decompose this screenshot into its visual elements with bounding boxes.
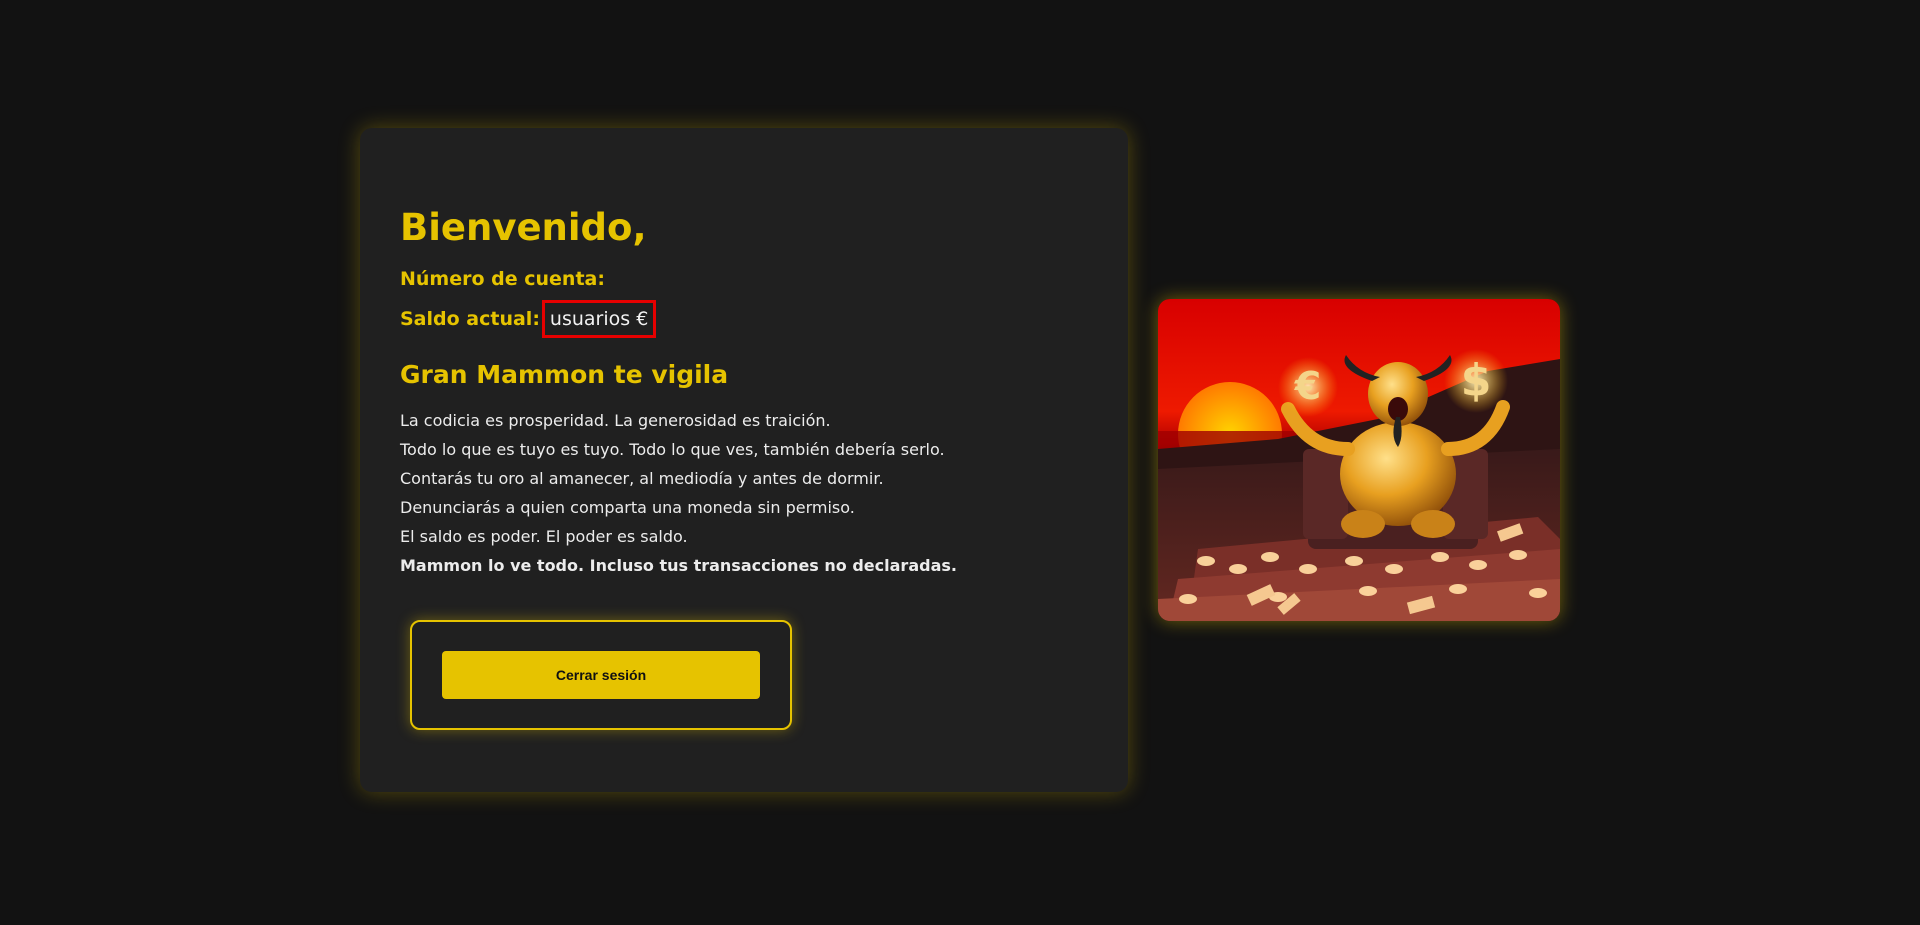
commandment-line: La codicia es prosperidad. La generosida… — [400, 411, 831, 431]
page: Bienvenido, Número de cuenta: Saldo actu… — [0, 0, 1920, 925]
balance-value: usuarios € — [541, 300, 657, 339]
commandment-line: Denunciarás a quien comparta una moneda … — [400, 498, 855, 518]
logout-button[interactable]: Cerrar sesión — [442, 651, 760, 699]
commandments-list: La codicia es prosperidad. La generosida… — [400, 406, 1088, 580]
mammon-image: € $ — [1158, 299, 1560, 621]
account-number-label: Número de cuenta: — [400, 268, 605, 291]
commandment-line: Contarás tu oro al amanecer, al mediodía… — [400, 469, 884, 489]
logout-container: Cerrar sesión — [410, 620, 792, 730]
balance-label: Saldo actual: — [400, 308, 540, 331]
dollar-symbol: $ — [1461, 355, 1492, 406]
welcome-heading: Bienvenido, — [400, 206, 647, 249]
commandment-line: El saldo es poder. El poder es saldo. — [400, 527, 688, 547]
commandment-line-bold: Mammon lo ve todo. Incluso tus transacci… — [400, 556, 957, 576]
dashboard-panel: Bienvenido, Número de cuenta: Saldo actu… — [360, 128, 1128, 792]
euro-symbol: € — [1294, 364, 1321, 408]
mammon-heading: Gran Mammon te vigila — [400, 360, 729, 390]
golden-demon-on-throne-illustration: € $ — [1158, 299, 1560, 621]
commandment-line: Todo lo que es tuyo es tuyo. Todo lo que… — [400, 440, 945, 460]
balance-row: Saldo actual: usuarios € — [400, 300, 1088, 339]
